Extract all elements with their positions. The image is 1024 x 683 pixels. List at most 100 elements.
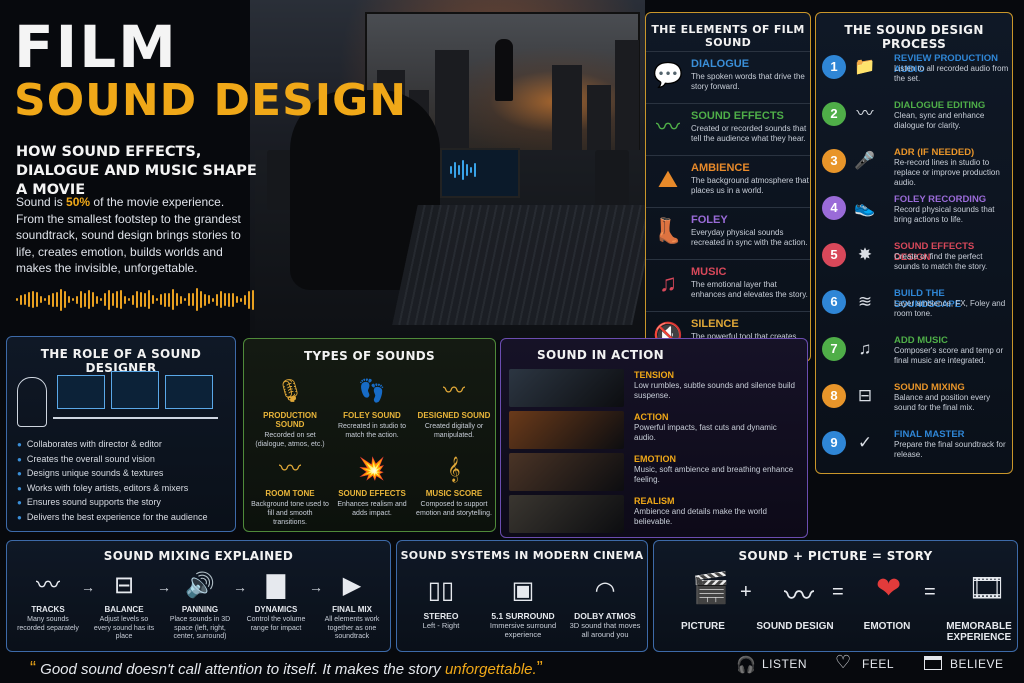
element-dialogue: 💬 DIALOGUE The spoken words that drive the… [646, 51, 810, 101]
sound-type: 𝄞 MUSIC SCORE Composed to support emotion … [414, 451, 494, 518]
mix-desc: All elements work together as one soundt… [324, 616, 380, 640]
headphones-icon: 🎧 [736, 657, 756, 674]
systems-panel: SOUND SYSTEMS IN MODERN CINEMA ▯▯ STEREO L… [396, 540, 648, 652]
element-desc: The spoken words that drive the story fo… [691, 72, 805, 91]
scene-thumbnail [509, 495, 624, 533]
element-name: SOUND EFFECTS [691, 110, 784, 122]
speaker-icon: 🔊 [185, 572, 215, 599]
sliders-icon: ⊟ [857, 386, 873, 405]
element-foley: 👢 FOLEY Everyday physical sounds recreated… [646, 207, 810, 257]
sound-type: 👣 FOLEY SOUND Recreated in studio to match… [332, 373, 412, 440]
step-desc: Prepare the final soundtrack for release… [894, 440, 1006, 459]
action-name: ACTION [634, 412, 669, 422]
step-desc: Create or find the perfect sounds to mat… [894, 252, 988, 271]
mix-step: 🔊 PANNING Place sounds in 3D space (left, … [167, 569, 233, 642]
scene-thumbnail [509, 369, 624, 407]
waveform-icon: 〰 [856, 104, 874, 123]
heart-icon: ❤ [876, 572, 902, 605]
action-name: REALISM [634, 496, 675, 506]
type-name: SOUND EFFECTS [338, 489, 406, 498]
action-panel: SOUND IN ACTION TENSION Low rumbles, subt… [500, 338, 808, 538]
process-step: 7 ♫ ADD MUSIC Composer's score and temp or … [822, 333, 1012, 377]
mix-desc: Place sounds in 3D space (left, right, c… [169, 616, 231, 640]
waveform-icon: 〰 [36, 572, 60, 599]
action-title: SOUND IN ACTION [537, 348, 664, 362]
equation-operator: = [832, 581, 844, 603]
process-step: 8 ⊟ SOUND MIXING Balance and position every… [822, 380, 1012, 424]
microphone-icon: 🎤 [854, 151, 876, 170]
step-name: DIALOGUE EDITING [894, 100, 986, 111]
type-desc: Created digitally or manipulated. [424, 423, 484, 439]
element-desc: Everyday physical sounds recreated in sy… [691, 228, 808, 247]
waveform-icon: 〰 [784, 580, 814, 613]
system-desc: Left - Right [422, 621, 460, 630]
quote-highlight: unforgettable. [444, 661, 537, 678]
step-desc: Listen to all recorded audio from the se… [894, 64, 1009, 83]
step-name: FOLEY RECORDING [894, 194, 987, 205]
music-note-icon: ♫ [858, 339, 872, 358]
surround-system-icon: ▣ [511, 577, 535, 604]
role-panel: THE ROLE OF A SOUND DESIGNER Collaborate… [6, 336, 236, 532]
step-number: 4 [822, 196, 846, 220]
step-number: 7 [822, 337, 846, 361]
process-step: 2 〰 DIALOGUE EDITING Clean, sync and enhanc… [822, 98, 1012, 142]
footer-listen: LISTEN [762, 657, 808, 671]
step-desc: Layer ambience, FX, Foley and room tone. [894, 299, 1006, 318]
step-desc: Record physical sounds that bring action… [894, 205, 995, 224]
mix-name: FINAL MIX [332, 605, 372, 614]
scene-thumbnail [509, 411, 624, 449]
equation-operator: = [924, 581, 936, 603]
system-name: 5.1 SURROUND [491, 611, 555, 621]
system-name: DOLBY ATMOS [574, 611, 636, 621]
footer-feel: FEEL [862, 657, 895, 671]
elements-title: THE ELEMENTS OF FILM SOUND [651, 23, 805, 49]
types-title: TYPES OF SOUNDS [304, 349, 435, 363]
checkmark-icon: ✓ [857, 433, 873, 452]
type-name: ROOM TONE [265, 489, 315, 498]
type-desc: Recorded on set (dialogue, atmos, etc.) [255, 432, 325, 448]
step-number: 9 [822, 431, 846, 455]
intro-highlight: 50% [66, 195, 91, 209]
element-name: MUSIC [691, 266, 727, 278]
action-row: TENSION Low rumbles, subtle sounds and si… [509, 369, 799, 409]
stereo-speakers-icon: ▯▯ [427, 577, 455, 604]
process-step: 1 📁 REVIEW PRODUCTION AUDIO Listen to all r… [822, 51, 1012, 95]
sound-system: ◠ DOLBY ATMOS 3D sound that moves all arou… [565, 571, 645, 639]
action-desc: Powerful impacts, fast cuts and dynamic … [634, 423, 777, 442]
boot-icon: 👢 [653, 218, 683, 245]
step-name: SOUND MIXING [894, 382, 965, 393]
mix-name: DYNAMICS [254, 605, 298, 614]
type-desc: Background tone used to fill and smooth … [251, 501, 329, 526]
equation-label: EMOTION [863, 621, 911, 632]
process-step: 5 ✸ SOUND EFFECTS DESIGN Create or find the… [822, 239, 1012, 283]
type-name: FOLEY SOUND [343, 411, 401, 420]
action-row: ACTION Powerful impacts, fast cuts and dy… [509, 411, 799, 451]
type-desc: Composed to support emotion and storytel… [416, 501, 492, 517]
subtitle: HOW SOUND EFFECTS, DIALOGUE AND MUSIC SH… [16, 144, 257, 198]
sheet-music-icon: 𝄞 [447, 456, 461, 481]
explosion-icon: ✸ [857, 245, 873, 264]
waveform-icon: 〰 [442, 378, 465, 403]
waveform-icon: 〰 [278, 456, 301, 481]
role-bullet: Works with foley artists, editors & mixe… [17, 483, 188, 493]
shoe-icon: 👟 [854, 198, 876, 217]
action-row: REALISM Ambience and details make the wor… [509, 495, 799, 535]
step-number: 2 [822, 102, 846, 126]
role-bullet: Designs unique sounds & textures [17, 468, 164, 478]
action-desc: Low rumbles, subtle sounds and silence b… [634, 381, 795, 400]
step-desc: Clean, sync and enhance dialogue for cla… [894, 111, 985, 130]
element-ambience: ⛰ AMBIENCE The background atmosphere that … [646, 155, 810, 205]
process-step: 4 👟 FOLEY RECORDING Record physical sounds … [822, 192, 1012, 236]
step-desc: Balance and position every sound for the… [894, 393, 991, 412]
process-step: 3 🎤 ADR (IF NEEDED) Re-record lines in stud… [822, 145, 1012, 189]
type-name: MUSIC SCORE [425, 489, 483, 498]
clapperboard-icon: 🎬 [692, 572, 730, 605]
mix-desc: Adjust levels so every sound has its pla… [93, 616, 155, 640]
mix-step: ▇ DYNAMICS Control the volume range for im… [243, 569, 309, 633]
type-desc: Enhances realism and adds impact. [337, 501, 407, 517]
speaker-right [595, 150, 629, 210]
element-name: AMBIENCE [691, 162, 750, 174]
mixing-panel: SOUND MIXING EXPLAINED 〰 TRACKS Many sound… [6, 540, 391, 652]
play-icon: ▶ [342, 572, 362, 599]
type-desc: Recreated in studio to match the action. [337, 423, 407, 439]
